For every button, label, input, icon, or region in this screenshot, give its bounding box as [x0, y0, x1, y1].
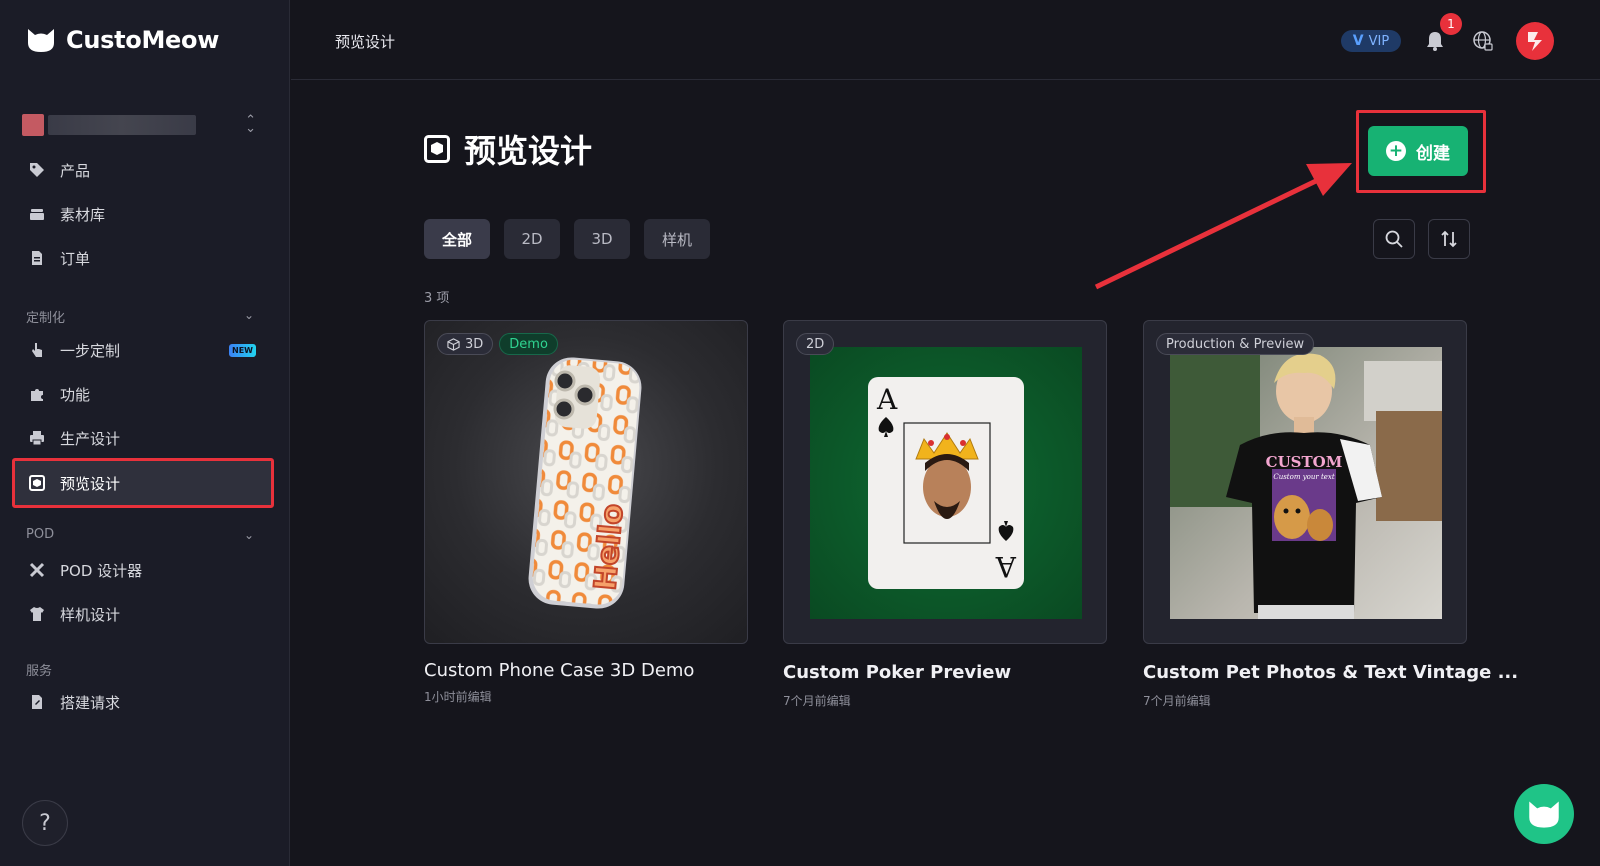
design-card-phone-case[interactable]: 3D Demo Hello [424, 320, 748, 644]
pointer-icon [28, 341, 46, 359]
card-rank-bottom: A [995, 550, 1017, 583]
sidebar-item-one-step[interactable]: 一步定制 NEW [12, 328, 274, 372]
document-icon [28, 249, 46, 267]
globe-icon[interactable] [1472, 30, 1494, 52]
notification-count-badge: 1 [1440, 13, 1462, 35]
puzzle-icon [28, 385, 46, 403]
sort-icon [1441, 230, 1457, 248]
sidebar-item-label: 订单 [60, 249, 91, 268]
poker-card-image: A A [810, 347, 1082, 619]
sidebar-item-library[interactable]: 素材库 [12, 192, 274, 236]
sidebar-item-pod-designer[interactable]: POD 设计器 [12, 548, 274, 592]
vip-label: VIP [1368, 33, 1390, 49]
page-header: 预览设计 [424, 126, 592, 172]
sidebar: CustoMeow ⌃ ⌄ 产品 素材库 订单 定制化 ⌄ 一步定制 NEW 功… [0, 0, 290, 866]
sidebar-item-features[interactable]: 功能 [12, 372, 274, 416]
sidebar-item-label: POD 设计器 [60, 561, 143, 580]
sidebar-item-label: 一步定制 [60, 341, 121, 360]
cat-chat-icon [1529, 801, 1559, 828]
sidebar-item-products[interactable]: 产品 [12, 148, 274, 192]
shirt-icon [28, 605, 46, 623]
vip-badge[interactable]: V VIP [1341, 30, 1401, 52]
card-title[interactable]: Custom Pet Photos & Text Vintage ... [1143, 662, 1518, 683]
card-rank-top: A [876, 383, 898, 416]
shirt-print-subtitle: Custom your text [1273, 473, 1334, 481]
section-label-customization: 定制化 [26, 311, 66, 326]
filter-tab-3d[interactable]: 3D [574, 219, 630, 259]
chevron-down-icon[interactable]: ⌄ [244, 308, 254, 322]
workspace-avatar [22, 114, 44, 136]
tag-label: 3D [465, 336, 484, 352]
create-label: 创建 [1416, 143, 1450, 164]
sidebar-item-build-request[interactable]: 搭建请求 [12, 680, 274, 724]
avatar-logo-icon [1528, 32, 1542, 51]
search-icon [1385, 230, 1403, 248]
sidebar-item-label: 预览设计 [60, 474, 121, 493]
preview-icon [28, 474, 46, 492]
sidebar-item-label: 生产设计 [60, 429, 121, 448]
shirt-print-title: CUSTOM [1266, 453, 1343, 471]
filter-tab-2d[interactable]: 2D [504, 219, 560, 259]
app-name: CustoMeow [66, 26, 220, 54]
sidebar-item-mockup-design[interactable]: 样机设计 [12, 592, 274, 636]
sidebar-item-preview-design[interactable]: 预览设计 [12, 458, 274, 508]
section-label-services: 服务 [26, 664, 53, 679]
search-button[interactable] [1373, 219, 1415, 259]
card-edited-time: 7个月前编辑 [1143, 694, 1211, 708]
card-title[interactable]: Custom Poker Preview [783, 662, 1011, 683]
card-tags: 3D Demo [437, 333, 558, 355]
sidebar-item-production-design[interactable]: 生产设计 [12, 416, 274, 460]
sort-button[interactable] [1428, 219, 1470, 259]
tools-icon [28, 561, 46, 579]
workspace-switcher[interactable]: ⌃ ⌄ [22, 112, 266, 138]
page-title: 预览设计 [464, 132, 593, 170]
tag-3d: 3D [437, 333, 494, 355]
card-tags: 2D [796, 333, 835, 355]
sidebar-item-label: 功能 [60, 385, 91, 404]
tag-production-preview: Production & Preview [1156, 333, 1315, 355]
workspace-name-redacted [48, 115, 196, 135]
chat-support-button[interactable] [1514, 784, 1574, 844]
vip-icon: V [1352, 33, 1364, 49]
card-tags: Production & Preview [1156, 333, 1315, 355]
topbar: 预览设计 V VIP 1 [291, 0, 1600, 80]
chevron-updown-icon: ⌃ ⌄ [245, 113, 256, 136]
sidebar-item-label: 搭建请求 [60, 693, 121, 712]
sidebar-item-orders[interactable]: 订单 [12, 236, 274, 280]
create-button[interactable]: + 创建 [1368, 126, 1468, 176]
card-edited-time: 7个月前编辑 [783, 694, 851, 708]
filter-tab-all[interactable]: 全部 [424, 219, 490, 259]
plus-circle-icon: + [1386, 141, 1406, 161]
sidebar-item-label: 样机设计 [60, 605, 121, 624]
pet-tshirt-image: CUSTOM Custom your text [1170, 347, 1442, 619]
preview-icon [424, 135, 450, 163]
new-badge: NEW [229, 343, 256, 357]
cube-icon [447, 337, 460, 351]
request-icon [28, 693, 46, 711]
tag-demo: Demo [499, 333, 558, 355]
sidebar-item-label: 素材库 [60, 205, 106, 224]
section-label-pod: POD [26, 527, 55, 542]
user-avatar[interactable] [1516, 22, 1554, 60]
phone-case-image: Hello [528, 357, 642, 609]
tag-2d: 2D [796, 333, 835, 355]
breadcrumb: 预览设计 [335, 33, 396, 51]
card-title[interactable]: Custom Phone Case 3D Demo [424, 660, 694, 681]
bell-icon[interactable] [1424, 30, 1446, 52]
item-count: 3 项 [424, 291, 450, 306]
cat-logo-icon [28, 29, 54, 52]
design-card-poker[interactable]: 2D A A [783, 320, 1107, 644]
library-icon [28, 205, 46, 223]
card-edited-time: 1小时前编辑 [424, 690, 492, 704]
design-card-pet-tshirt[interactable]: Production & Preview CUSTOM Custom your … [1143, 320, 1467, 644]
chevron-down-icon[interactable]: ⌄ [244, 528, 254, 542]
tag-icon [28, 161, 46, 179]
printer-icon [28, 429, 46, 447]
app-logo[interactable]: CustoMeow [26, 26, 219, 54]
filter-tab-mockup[interactable]: 样机 [644, 219, 710, 259]
help-button[interactable]: ? [22, 800, 68, 846]
sidebar-item-label: 产品 [60, 161, 91, 180]
